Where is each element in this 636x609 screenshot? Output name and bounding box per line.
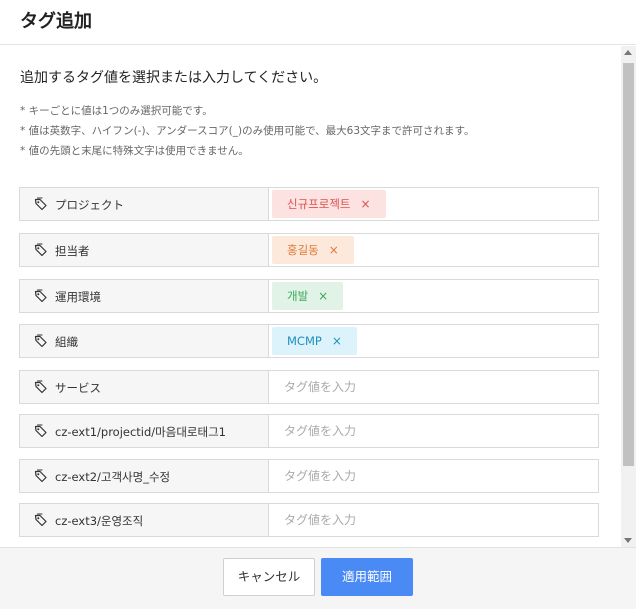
tag-icon [34, 197, 47, 211]
tag-row: cz-ext2/고객사명_수정 [19, 459, 599, 493]
tag-icon [34, 334, 47, 348]
tag-key-label: プロジェクト [55, 198, 124, 212]
tag-value-cell[interactable]: 홍길동 × [270, 234, 598, 266]
tag-value-cell[interactable]: MCMP × [270, 325, 598, 357]
tag-key-cell: cz-ext1/projectid/마음대로태그1 [20, 415, 269, 447]
intro-text: 追加するタグ値を選択または入力してください。 [20, 70, 328, 86]
tag-key-label: 運用環境 [55, 290, 101, 304]
tag-icon [34, 243, 47, 257]
tag-value-cell [270, 371, 598, 403]
tag-key-label: 担当者 [55, 244, 90, 258]
tag-value-chip: MCMP × [272, 327, 357, 355]
dialog-title: タグ追加 [20, 11, 92, 32]
note-line: * キーごとに値は1つのみ選択可能です。 [20, 105, 213, 117]
tag-value-chip: 홍길동 × [272, 236, 354, 264]
tag-key-label: サービス [55, 381, 101, 395]
scroll-up-arrow-icon[interactable] [624, 50, 632, 55]
tag-value-cell [270, 460, 598, 492]
tag-icon [34, 424, 47, 438]
scroll-thumb[interactable] [623, 63, 634, 466]
scrollbar[interactable] [621, 46, 636, 547]
tag-key-cell: 運用環境 [20, 280, 269, 312]
tag-key-label: cz-ext2/고객사명_수정 [55, 470, 171, 484]
tag-value-input[interactable] [270, 415, 598, 447]
chip-label: MCMP [287, 334, 322, 348]
tag-icon [34, 469, 47, 483]
tag-key-cell: 組織 [20, 325, 269, 357]
tag-key-cell: cz-ext2/고객사명_수정 [20, 460, 269, 492]
tag-value-input[interactable] [270, 460, 598, 492]
tag-row: cz-ext1/projectid/마음대로태그1 [19, 414, 599, 448]
tag-row: 担当者 홍길동 × [19, 233, 599, 267]
tag-value-chip: 개발 × [272, 282, 344, 310]
dialog-body: 追加するタグ値を選択または入力してください。 * キーごとに値は1つのみ選択可能… [0, 46, 620, 547]
tag-row: 運用環境 개발 × [19, 279, 599, 313]
chip-label: 홍길동 [287, 243, 319, 257]
dialog-header: タグ追加 [0, 0, 636, 45]
notes: * キーごとに値は1つのみ選択可能です。 * 値は英数字、ハイフン(-)、アンダ… [20, 101, 474, 161]
tag-value-cell [270, 415, 598, 447]
tag-key-label: cz-ext3/운영조직 [55, 514, 144, 528]
tag-row: サービス [19, 370, 599, 404]
close-icon[interactable]: × [332, 327, 342, 355]
tag-key-cell: 担当者 [20, 234, 269, 266]
tag-row: 組織 MCMP × [19, 324, 599, 358]
tag-key-cell: プロジェクト [20, 188, 269, 220]
tag-value-cell [270, 504, 598, 536]
close-icon[interactable]: × [318, 282, 328, 310]
close-icon[interactable]: × [360, 190, 370, 218]
tag-icon [34, 289, 47, 303]
note-line: * 値は英数字、ハイフン(-)、アンダースコア(_)のみ使用可能で、最大63文字… [20, 125, 475, 137]
dialog-footer: キャンセル 適用範囲 [0, 547, 636, 609]
tag-icon [34, 380, 47, 394]
chip-label: 개발 [287, 289, 309, 303]
close-icon[interactable]: × [329, 236, 339, 264]
apply-button[interactable]: 適用範囲 [321, 558, 413, 596]
tag-value-chip: 신규프로젝트 × [272, 190, 386, 218]
tag-icon [34, 513, 47, 527]
tag-value-cell[interactable]: 개발 × [270, 280, 598, 312]
tag-key-label: 組織 [55, 335, 78, 349]
scroll-down-arrow-icon[interactable] [624, 538, 632, 543]
tag-value-cell[interactable]: 신규프로젝트 × [270, 188, 598, 220]
tag-row: プロジェクト 신규프로젝트 × [19, 187, 599, 221]
tag-row: cz-ext3/운영조직 [19, 503, 599, 537]
tag-key-cell: サービス [20, 371, 269, 403]
chip-label: 신규프로젝트 [287, 197, 351, 211]
tag-value-input[interactable] [270, 504, 598, 536]
note-line: * 値の先頭と末尾に特殊文字は使用できません。 [20, 145, 249, 157]
tag-value-input[interactable] [270, 371, 598, 403]
cancel-button[interactable]: キャンセル [223, 558, 315, 596]
tag-key-cell: cz-ext3/운영조직 [20, 504, 269, 536]
tag-key-label: cz-ext1/projectid/마음대로태그1 [55, 425, 226, 439]
